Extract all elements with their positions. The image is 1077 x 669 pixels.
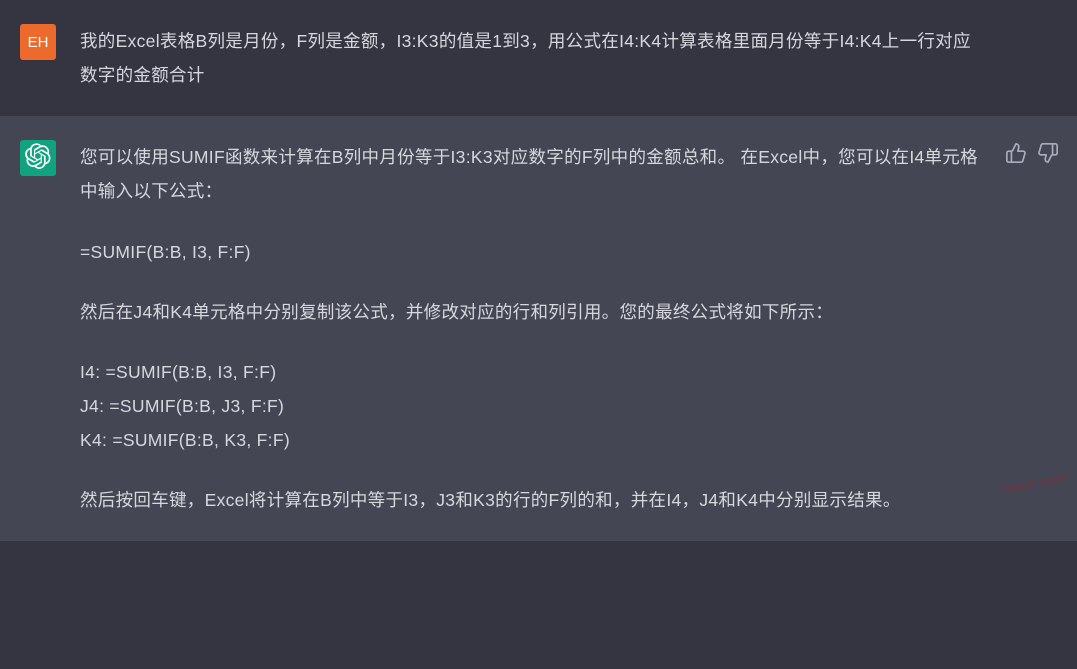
thumbs-down-button[interactable] bbox=[1037, 142, 1059, 164]
assistant-avatar bbox=[20, 140, 56, 176]
user-avatar-text: EH bbox=[28, 34, 49, 51]
user-message-text: 我的Excel表格B列是月份，F列是金额，I3:K3的值是1到3，用公式在I4:… bbox=[80, 24, 987, 92]
assistant-p4: I4: =SUMIF(B:B, I3, F:F) J4: =SUMIF(B:B,… bbox=[80, 355, 987, 457]
assistant-p4-l2: J4: =SUMIF(B:B, J3, F:F) bbox=[80, 396, 284, 416]
assistant-message-row: 您可以使用SUMIF函数来计算在B列中月份等于I3:K3对应数字的F列中的金额总… bbox=[0, 116, 1077, 541]
thumbs-up-icon bbox=[1005, 151, 1027, 168]
assistant-p3: 然后在J4和K4单元格中分别复制该公式，并修改对应的行和列引用。您的最终公式将如… bbox=[80, 295, 987, 329]
thumbs-down-icon bbox=[1037, 151, 1059, 168]
feedback-controls bbox=[1005, 142, 1059, 164]
user-message-content: 我的Excel表格B列是月份，F列是金额，I3:K3的值是1到3，用公式在I4:… bbox=[80, 24, 1057, 92]
assistant-p5: 然后按回车键，Excel将计算在B列中等于I3，J3和K3的行的F列的和，并在I… bbox=[80, 483, 987, 517]
assistant-p4-l3: K4: =SUMIF(B:B, K3, F:F) bbox=[80, 430, 290, 450]
assistant-p1: 您可以使用SUMIF函数来计算在B列中月份等于I3:K3对应数字的F列中的金额总… bbox=[80, 140, 987, 208]
user-avatar: EH bbox=[20, 24, 56, 60]
assistant-p4-l1: I4: =SUMIF(B:B, I3, F:F) bbox=[80, 362, 276, 382]
assistant-p2: =SUMIF(B:B, I3, F:F) bbox=[80, 235, 987, 269]
thumbs-up-button[interactable] bbox=[1005, 142, 1027, 164]
openai-logo-icon bbox=[25, 143, 51, 173]
assistant-message-content: 您可以使用SUMIF函数来计算在B列中月份等于I3:K3对应数字的F列中的金额总… bbox=[80, 140, 1057, 517]
user-message-row: EH 我的Excel表格B列是月份，F列是金额，I3:K3的值是1到3，用公式在… bbox=[0, 0, 1077, 116]
